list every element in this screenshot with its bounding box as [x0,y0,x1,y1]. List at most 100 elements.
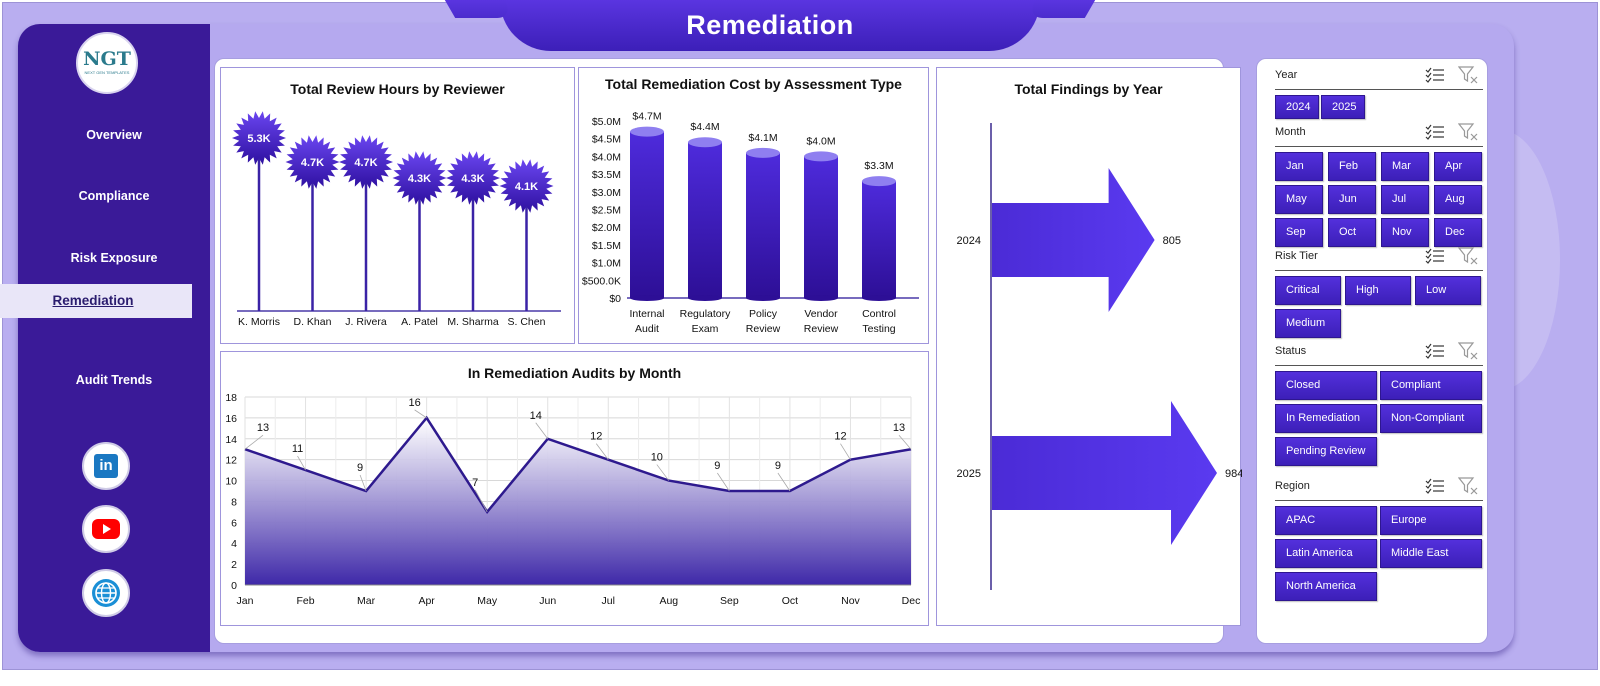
slicer-option-jun[interactable]: Jun [1328,185,1376,214]
clear-filter-icon[interactable] [1457,342,1478,360]
category-label: M. Sharma [447,316,499,328]
slicer-label-risk-tier: Risk Tier [1275,250,1318,262]
clear-filter-icon[interactable] [1457,477,1478,495]
arrow-bar [992,168,1155,312]
data-label: 984 [1225,468,1242,480]
clear-filter-icon[interactable] [1457,247,1478,265]
slicer-option-apac[interactable]: APAC [1275,506,1377,535]
multi-select-icon[interactable] [1425,248,1445,264]
y-tick-label: 18 [225,392,237,404]
slicer-option-dec[interactable]: Dec [1434,218,1482,247]
slicer-label-month: Month [1275,126,1306,138]
data-label: 4.7K [354,157,377,169]
data-label: 9 [714,460,720,472]
x-tick-label: May [477,595,498,607]
slicer-option-2025[interactable]: 2025 [1321,95,1365,119]
slicer-option-pending-review[interactable]: Pending Review [1275,437,1377,466]
slicer-option-high[interactable]: High [1345,276,1411,305]
multi-select-icon[interactable] [1425,67,1445,83]
category-label: 2024 [957,235,981,247]
data-label: 4.3K [408,173,431,185]
slicer-option-non-compliant[interactable]: Non-Compliant [1380,404,1482,433]
slicer-option-feb[interactable]: Feb [1328,152,1376,181]
y-tick-label: 16 [225,413,237,425]
slicer-option-oct[interactable]: Oct [1328,218,1376,247]
linkedin-button[interactable]: in [82,442,130,490]
bar-top [630,126,664,137]
slicer-option-apr[interactable]: Apr [1434,152,1482,181]
y-tick-label: 12 [225,455,237,467]
y-tick-label: $2.5M [592,205,621,217]
y-tick-label: $3.5M [592,169,621,181]
slicer-option-closed[interactable]: Closed [1275,371,1377,400]
sidebar-item-remediation[interactable]: Remediation [0,284,192,318]
slicer-option-latin-america[interactable]: Latin America [1275,539,1377,568]
clear-filter-icon[interactable] [1457,66,1478,84]
slicer-label-status: Status [1275,345,1307,357]
slicer-option-aug[interactable]: Aug [1434,185,1482,214]
category-label: Regulatory [680,308,732,320]
slicer-label-region: Region [1275,480,1310,492]
slicer-option-low[interactable]: Low [1415,276,1481,305]
x-tick-label: Jun [539,595,556,607]
website-button[interactable] [82,569,130,617]
company-logo[interactable]: NGT NEXT GEN TEMPLATES [76,32,138,94]
data-label: 13 [893,422,905,434]
slicer-option-jan[interactable]: Jan [1275,152,1323,181]
lollipop-chart: 5.3K K. Morris 4.7K D. Khan 4.7K J. Rivera 4.3… [232,111,561,328]
slicer-divider [1275,270,1483,271]
slicer-option-critical[interactable]: Critical [1275,276,1341,305]
globe-icon [92,579,120,607]
slicers: Year 2024 2025 Month Jan Feb Mar Apr May Jun Jul Au… [1263,58,1495,618]
data-label: 11 [292,443,303,455]
slicer-option-compliant[interactable]: Compliant [1380,371,1482,400]
slicer-option-middle-east[interactable]: Middle East [1380,539,1482,568]
x-tick-label: Feb [296,595,314,607]
category-label: Control [862,308,896,320]
multi-select-icon[interactable] [1425,478,1445,494]
slicer-option-europe[interactable]: Europe [1380,506,1482,535]
sidebar-item-compliance[interactable]: Compliance [18,189,210,203]
slicer-option-2024[interactable]: 2024 [1275,95,1319,119]
data-label: 14 [530,410,542,422]
bar-chart: $0 $500.0K $1.0M $1.5M $2.0M $2.5M $3.0M $3.5M $… [582,111,919,335]
data-label: 12 [590,431,602,443]
slicer-option-nov[interactable]: Nov [1381,218,1429,247]
arrow-chart: 2024 805 2025 984 [957,123,1242,590]
youtube-button[interactable] [82,505,130,553]
youtube-icon [92,519,120,539]
clear-filter-icon[interactable] [1457,123,1478,141]
data-label: $4.1M [748,132,777,144]
y-tick-label: $2.0M [592,222,621,234]
category-label: J. Rivera [345,316,387,328]
data-label: 805 [1163,235,1181,247]
data-label: 9 [775,460,781,472]
category-label: Vendor [804,308,838,320]
data-label: 7 [472,477,478,489]
slicer-option-mar[interactable]: Mar [1381,152,1429,181]
logo-text: NGT [83,48,131,70]
slicer-option-north-america[interactable]: North America [1275,572,1377,601]
sidebar-item-audit-trends[interactable]: Audit Trends [18,373,210,387]
data-label: 5.3K [247,133,270,145]
data-label: 10 [651,452,663,464]
multi-select-icon[interactable] [1425,343,1445,359]
slicer-divider [1275,89,1483,90]
category-label: Review [746,323,781,335]
page-title: Remediation [500,0,1040,51]
arrow-bar [992,401,1217,545]
bar [804,156,838,298]
bar [746,152,780,298]
bar-top [804,151,838,162]
sidebar-item-risk-exposure[interactable]: Risk Exposure [18,251,210,265]
category-label: Policy [749,308,778,320]
slicer-option-jul[interactable]: Jul [1381,185,1429,214]
chart-audits-by-month: In Remediation Audits by Month 0 2 4 6 8 10 12… [220,351,929,626]
slicer-option-sep[interactable]: Sep [1275,218,1323,247]
slicer-option-may[interactable]: May [1275,185,1323,214]
sidebar-item-overview[interactable]: Overview [18,128,210,142]
multi-select-icon[interactable] [1425,124,1445,140]
chart-remediation-cost: Total Remediation Cost by Assessment Typ… [578,67,929,344]
slicer-option-in-remediation[interactable]: In Remediation [1275,404,1377,433]
slicer-option-medium[interactable]: Medium [1275,309,1341,338]
